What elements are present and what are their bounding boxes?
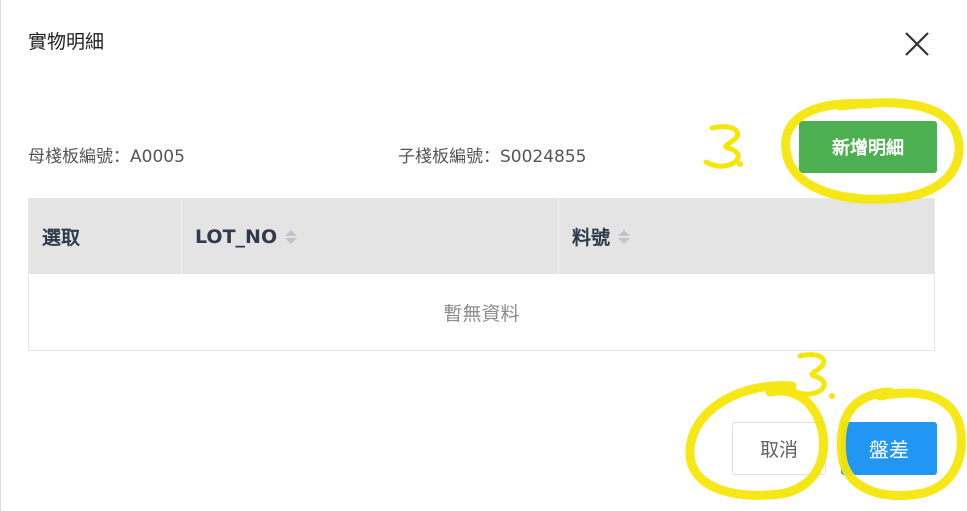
column-header-select: 選取 [29,199,182,274]
add-detail-button[interactable]: 新增明細 [799,121,937,173]
inventory-diff-button[interactable]: 盤差 [841,422,937,475]
sort-descending-icon[interactable] [285,237,298,244]
child-board-label: 子棧板編號： [398,147,500,167]
column-header-part-no[interactable]: 料號 [559,199,934,274]
column-label: 選取 [42,227,81,249]
sort-ascending-icon[interactable] [618,229,631,236]
child-board-value: S0024855 [500,147,587,167]
parent-board-value: A0005 [130,147,185,167]
parent-board-info: 母棧板編號：A0005 [28,142,185,167]
table-header: 選取 LOT_NO 料號 [29,199,934,274]
column-label: LOT_NO [195,225,278,248]
detail-table: 選取 LOT_NO 料號 暫無資料 [28,198,935,351]
sort-icon[interactable] [618,229,631,244]
modal-title: 實物明細 [28,31,105,53]
column-header-lot-no[interactable]: LOT_NO [182,199,559,274]
column-label: 料號 [572,227,611,249]
close-icon [905,32,929,56]
parent-board-label: 母棧板編號： [28,147,130,167]
sort-ascending-icon[interactable] [285,229,298,236]
empty-table-message: 暫無資料 [443,302,520,325]
sort-icon[interactable] [285,229,298,244]
sort-descending-icon[interactable] [618,237,631,244]
close-button[interactable] [903,30,931,58]
cancel-button[interactable]: 取消 [732,422,826,475]
child-board-info: 子棧板編號：S0024855 [398,142,587,167]
detail-modal: 實物明細 母棧板編號：A0005 子棧板編號：S0024855 新增明細 選取 … [0,0,967,511]
